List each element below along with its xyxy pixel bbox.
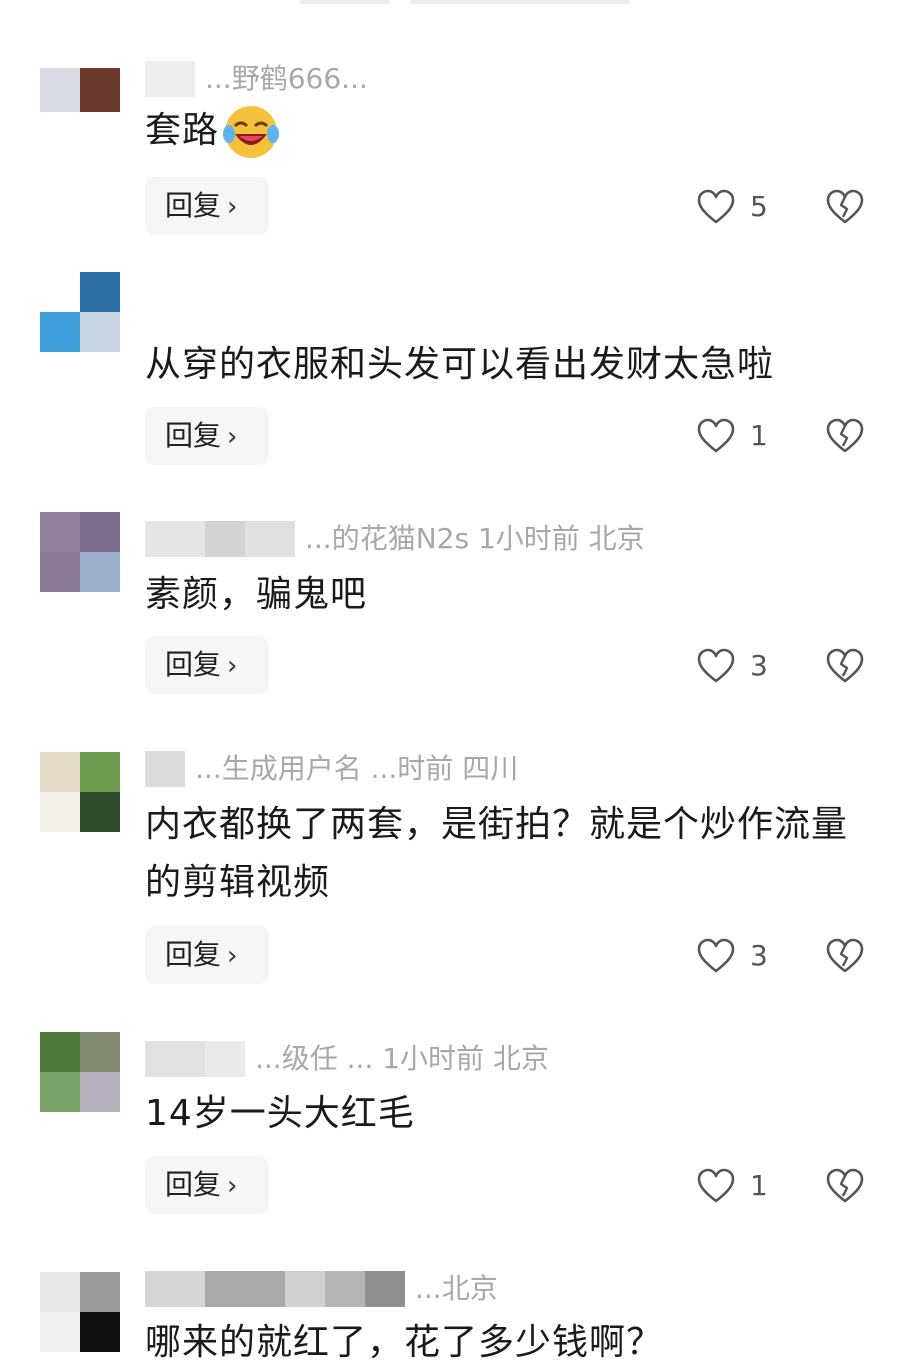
- chevron-right-icon: ›: [227, 651, 238, 681]
- like-count: 1: [750, 1169, 768, 1202]
- broken-heart-icon[interactable]: [826, 648, 864, 684]
- comment-meta: ...野鹤666...: [145, 58, 368, 98]
- chevron-right-icon: ›: [227, 422, 238, 452]
- reply-button[interactable]: 回复 ›: [145, 926, 269, 984]
- like-count: 3: [750, 939, 768, 972]
- avatar[interactable]: [40, 1032, 120, 1112]
- comment-text: 内衣都换了两套，是街拍？就是个炒作流量的剪辑视频: [145, 804, 849, 903]
- broken-heart-icon[interactable]: [826, 938, 864, 974]
- chevron-right-icon: ›: [227, 941, 238, 971]
- reply-button[interactable]: 回复 ›: [145, 636, 269, 694]
- reply-button[interactable]: 回复 ›: [145, 407, 269, 465]
- comment-meta: ...的花猫N2s 1小时前 北京: [145, 518, 645, 558]
- avatar[interactable]: [40, 752, 120, 832]
- avatar[interactable]: [40, 272, 120, 352]
- blurred-username: [145, 61, 195, 97]
- avatar[interactable]: [40, 68, 120, 112]
- comment-text: 14岁一头大红毛: [145, 1093, 415, 1134]
- chevron-right-icon: ›: [227, 1171, 238, 1201]
- chevron-right-icon: ›: [227, 192, 238, 222]
- heart-outline-icon[interactable]: [697, 648, 735, 684]
- broken-heart-icon[interactable]: [826, 189, 864, 225]
- comment-text: 从穿的衣服和头发可以看出发财太急啦: [145, 344, 775, 385]
- comment-text: 哪来的就红了，花了多少钱啊？: [145, 1322, 664, 1363]
- comment-text: 素颜，骗鬼吧: [145, 574, 368, 615]
- blurred-username: [145, 1041, 245, 1077]
- blurred-username: [145, 521, 295, 557]
- avatar[interactable]: [40, 1272, 120, 1352]
- blurred-username: [145, 751, 185, 787]
- heart-outline-icon[interactable]: [697, 418, 735, 454]
- comment-meta: ...生成用户名 ...时前 四川: [145, 748, 518, 788]
- heart-outline-icon[interactable]: [697, 1168, 735, 1204]
- avatar[interactable]: [40, 512, 120, 592]
- broken-heart-icon[interactable]: [826, 1168, 864, 1204]
- reply-button[interactable]: 回复 ›: [145, 1156, 269, 1214]
- top-divider: [300, 0, 630, 6]
- heart-outline-icon[interactable]: [697, 938, 735, 974]
- like-count: 5: [750, 190, 768, 223]
- broken-heart-icon[interactable]: [826, 418, 864, 454]
- comment-meta: ...北京: [145, 1268, 498, 1308]
- comment-meta: ...级任 ... 1小时前 北京: [145, 1038, 549, 1078]
- like-count: 3: [750, 649, 768, 682]
- heart-outline-icon[interactable]: [697, 189, 735, 225]
- reply-button[interactable]: 回复 ›: [145, 177, 269, 235]
- joy-emoji-icon: [223, 106, 280, 158]
- comment-text: 套路: [145, 102, 862, 160]
- like-count: 1: [750, 419, 768, 452]
- blurred-username: [145, 1271, 405, 1307]
